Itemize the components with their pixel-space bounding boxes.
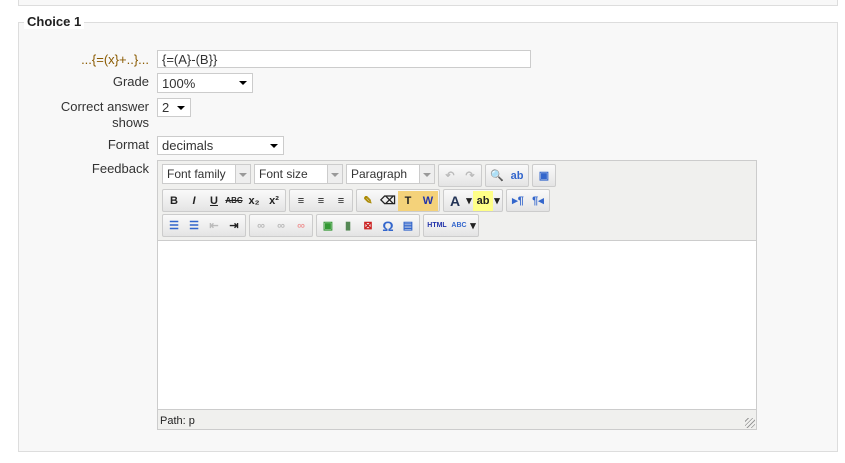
feedback-label: Feedback [91,161,149,176]
replace-icon[interactable]: ab [507,166,527,186]
paragraph-select[interactable]: Paragraph [346,164,435,184]
html-source-icon[interactable]: HTML [425,216,449,236]
cleanup-brush-icon[interactable]: ✎ [358,191,378,211]
format-label: Format [107,137,149,152]
strikethrough-icon[interactable]: ABC [224,191,244,211]
chevron-down-icon[interactable]: ▾ [469,216,477,236]
underline-icon[interactable]: U [204,191,224,211]
eraser-icon[interactable]: ⌫ [378,191,398,211]
feedback-editor: Font family Font size Paragraph ↶ ↷ 🔍 ab ▣… [157,160,757,430]
grade-select[interactable]: 100% [157,73,253,93]
redo-icon[interactable]: ↷ [460,166,480,186]
resize-handle-icon[interactable] [745,418,755,428]
grade-label: Grade [112,74,149,89]
answer-label: ...{=(x}+..}... [81,52,149,67]
rtl-icon[interactable]: ¶◂ [528,191,548,211]
table-icon[interactable]: ▤ [398,216,418,236]
correct-answer-select[interactable]: 2 [157,98,191,117]
outdent-icon[interactable]: ⇤ [204,216,224,236]
chevron-down-icon [327,165,342,183]
answer-input[interactable]: {=(A}-(B}} [157,50,531,68]
find-icon[interactable]: 🔍 [487,166,507,186]
align-left-icon[interactable]: ≡ [291,191,311,211]
font-size-select[interactable]: Font size [254,164,343,184]
text-color-icon[interactable]: A [445,191,465,211]
numbered-list-icon[interactable]: ☰ [184,216,204,236]
chevron-down-icon [419,165,434,183]
ltr-icon[interactable]: ▸¶ [508,191,528,211]
highlight-color-icon[interactable]: ab [473,190,493,211]
indent-icon[interactable]: ⇥ [224,216,244,236]
undo-icon[interactable]: ↶ [440,166,460,186]
special-char-icon[interactable]: Ω [378,216,398,236]
chevron-down-icon[interactable]: ▾ [465,191,473,211]
font-family-value: Font family [167,167,226,181]
image-icon[interactable]: ▣ [318,216,338,236]
link-icon[interactable]: ∞ [251,216,271,236]
editor-content-area[interactable] [158,240,756,410]
paragraph-value: Paragraph [351,167,408,181]
correct-answer-label-2: shows [112,115,149,130]
unlink-icon[interactable]: ∞ [271,216,291,236]
align-right-icon[interactable]: ≡ [331,191,351,211]
choice-legend: Choice 1 [24,14,85,29]
paste-text-icon[interactable]: T [398,190,418,211]
font-family-select[interactable]: Font family [162,164,251,184]
italic-icon[interactable]: I [184,191,204,211]
nolink-icon[interactable]: ∞ [291,216,311,236]
spellcheck-icon[interactable]: ABC [449,216,469,236]
chevron-down-icon [235,165,250,183]
align-center-icon[interactable]: ≡ [311,191,331,211]
previous-section-box [18,0,838,6]
format-select[interactable]: decimals [157,136,284,155]
correct-answer-label: Correct answer [60,99,149,114]
bold-icon[interactable]: B [164,191,184,211]
fullscreen-icon[interactable]: ▣ [534,166,554,186]
editor-path: Path: p [160,415,195,427]
subscript-icon[interactable]: x₂ [244,191,264,211]
paste-word-icon[interactable]: W [418,190,438,211]
font-size-value: Font size [259,167,308,181]
nolink-filter-icon[interactable]: ⊠ [358,216,378,236]
chevron-down-icon[interactable]: ▾ [493,191,501,211]
superscript-icon[interactable]: x² [264,191,284,211]
media-icon[interactable]: ▮ [338,216,358,236]
bullet-list-icon[interactable]: ☰ [164,216,184,236]
